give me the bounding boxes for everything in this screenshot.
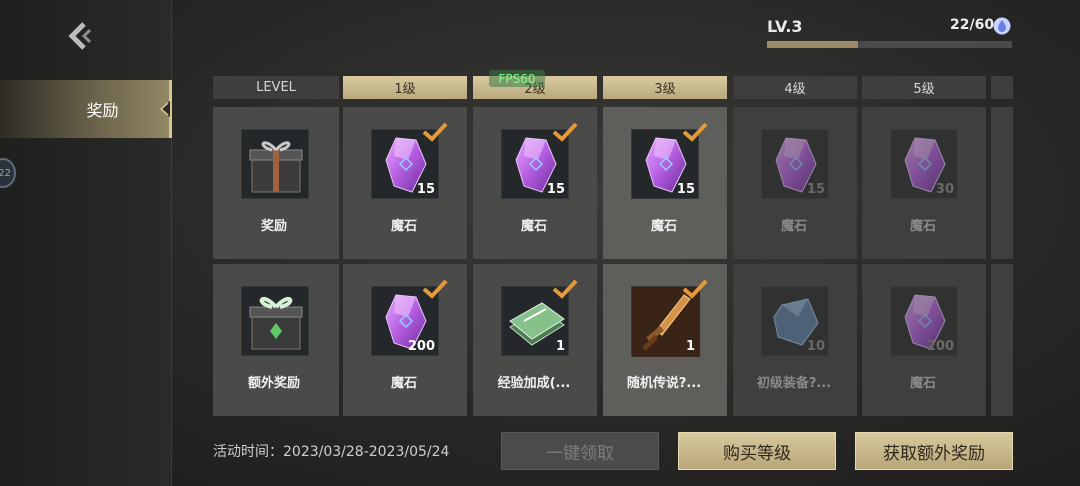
column-header: 3级 — [603, 76, 727, 99]
exp-counter: 22/60 — [950, 17, 995, 33]
claimed-check-icon — [682, 279, 708, 299]
item-name: 魔石 — [909, 376, 936, 391]
item-name: 魔石 — [780, 219, 807, 234]
reward-cell[interactable]: 10 初级装备?... — [733, 264, 857, 416]
item-name: 魔石 — [520, 219, 547, 234]
claimed-check-icon — [552, 122, 578, 142]
reward-cell[interactable]: 1 经验加成(... — [473, 264, 597, 416]
reward-cell-partial — [991, 264, 1013, 416]
item-quantity: 1 — [555, 339, 565, 354]
green-gift-box-icon — [241, 286, 309, 356]
item-name: 魔石 — [909, 219, 936, 234]
item-name: 额外奖励 — [247, 376, 300, 391]
column-header: LEVEL — [213, 76, 339, 99]
claimed-check-icon — [422, 122, 448, 142]
back-arrow-icon — [68, 22, 92, 50]
claimed-check-icon — [422, 279, 448, 299]
reward-cell-partial — [991, 107, 1013, 259]
item-quantity: 15 — [806, 182, 825, 197]
claimed-check-icon — [552, 279, 578, 299]
reward-cell[interactable]: 15 魔石 — [603, 107, 727, 259]
column-header-partial — [991, 76, 1013, 99]
reward-cell[interactable]: 200 魔石 — [862, 264, 986, 416]
item-name: 魔石 — [650, 219, 677, 234]
tab-pointer-icon — [159, 101, 170, 117]
item-name: 奖励 — [260, 219, 287, 234]
item-quantity: 15 — [416, 182, 435, 197]
magic-stone-icon: 200 — [890, 286, 958, 356]
reward-cell[interactable]: 15 魔石 — [733, 107, 857, 259]
left-panel: 奖励 22 — [0, 0, 172, 486]
buy-level-button[interactable]: 购买等级 — [678, 432, 836, 470]
side-badge[interactable]: 22 — [0, 158, 16, 188]
level-label: LV.3 — [767, 17, 803, 36]
item-quantity: 1 — [685, 339, 695, 354]
column-header: 1级 — [343, 76, 467, 99]
reward-cell[interactable]: 200 魔石 — [343, 264, 467, 416]
blue-ore-icon: 10 — [761, 286, 829, 356]
item-name: 魔石 — [390, 219, 417, 234]
item-quantity: 200 — [407, 339, 435, 354]
claimed-check-icon — [682, 122, 708, 142]
item-name: 魔石 — [390, 376, 417, 391]
exp-progress-bar — [767, 41, 1012, 48]
item-name: 初级装备?... — [756, 376, 832, 391]
exp-drop-icon — [993, 17, 1011, 35]
item-name: 随机传说?... — [626, 376, 702, 391]
reward-cell[interactable]: 1 随机传说?... — [603, 264, 727, 416]
gift-box-icon — [241, 129, 309, 199]
tab-rewards[interactable]: 奖励 — [0, 80, 172, 138]
item-quantity: 30 — [935, 182, 954, 197]
reward-cell[interactable]: 15 魔石 — [473, 107, 597, 259]
get-extra-reward-button[interactable]: 获取额外奖励 — [855, 432, 1013, 470]
item-quantity: 15 — [676, 182, 695, 197]
reward-cell[interactable]: 15 魔石 — [343, 107, 467, 259]
magic-stone-icon: 15 — [761, 129, 829, 199]
magic-stone-icon: 30 — [890, 129, 958, 199]
reward-cell[interactable]: 额外奖励 — [213, 264, 339, 416]
item-quantity: 200 — [926, 339, 954, 354]
exp-progress-fill — [767, 41, 858, 48]
fps-counter: FPS60 — [489, 70, 545, 87]
back-button[interactable] — [62, 18, 98, 54]
column-header: 4级 — [733, 76, 857, 99]
claim-all-button[interactable]: 一键领取 — [501, 432, 659, 470]
tab-rewards-label: 奖励 — [86, 101, 119, 120]
side-badge-count: 22 — [0, 167, 11, 179]
item-quantity: 10 — [806, 339, 825, 354]
reward-cell[interactable]: 30 魔石 — [862, 107, 986, 259]
item-quantity: 15 — [546, 182, 565, 197]
reward-cell[interactable]: 奖励 — [213, 107, 339, 259]
column-header: 5级 — [862, 76, 986, 99]
event-time: 活动时间：2023/03/28-2023/05/24 — [213, 444, 450, 460]
item-name: 经验加成(... — [497, 376, 571, 391]
